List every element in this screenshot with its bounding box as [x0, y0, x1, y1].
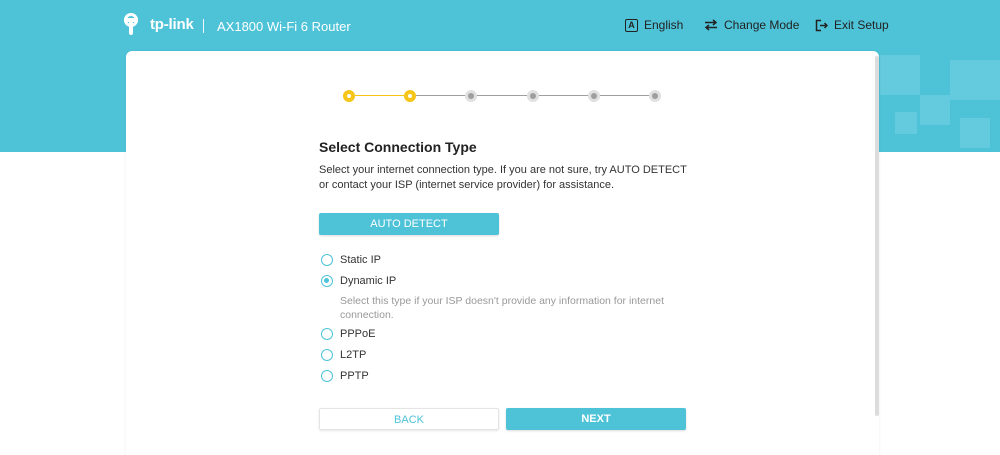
- swap-arrows-icon: [704, 19, 718, 31]
- step-connector: [411, 95, 469, 96]
- radio-dynamic-ip[interactable]: Dynamic IP: [321, 275, 396, 287]
- decorative-square: [880, 55, 920, 95]
- exit-setup-button[interactable]: Exit Setup: [815, 18, 889, 32]
- step-connector: [472, 95, 530, 96]
- setup-card: [126, 51, 879, 455]
- step-connector: [594, 95, 652, 96]
- decorative-square: [950, 60, 1000, 100]
- step-5-indicator: [587, 90, 600, 102]
- language-label: English: [644, 18, 684, 32]
- radio-circle-selected[interactable]: [321, 275, 333, 287]
- page-title: Select Connection Type: [319, 139, 477, 155]
- header-divider: [203, 19, 204, 33]
- back-button[interactable]: BACK: [319, 408, 499, 430]
- radio-pppoe[interactable]: PPPoE: [321, 328, 375, 340]
- step-3-indicator: [465, 90, 478, 102]
- radio-label: PPTP: [340, 370, 369, 382]
- language-button[interactable]: A English: [625, 18, 683, 32]
- radio-circle[interactable]: [321, 349, 333, 361]
- page-description: Select your internet connection type. If…: [319, 164, 687, 191]
- step-6-indicator: [649, 90, 661, 102]
- progress-stepper: [342, 88, 662, 104]
- router-model: AX1800 Wi-Fi 6 Router: [217, 19, 351, 34]
- step-2-indicator: [404, 90, 417, 102]
- next-button[interactable]: NEXT: [506, 408, 686, 430]
- radio-circle[interactable]: [321, 328, 333, 340]
- radio-circle[interactable]: [321, 254, 333, 266]
- step-4-indicator: [526, 90, 539, 102]
- radio-static-ip[interactable]: Static IP: [321, 254, 381, 266]
- brand-name: tp-link: [150, 15, 194, 33]
- exit-setup-label: Exit Setup: [834, 18, 889, 32]
- radio-label: L2TP: [340, 349, 367, 361]
- step-connector: [533, 95, 591, 96]
- decorative-square: [895, 112, 917, 134]
- change-mode-button[interactable]: Change Mode: [704, 18, 799, 32]
- auto-detect-button[interactable]: AUTO DETECT: [319, 213, 499, 235]
- step-1-indicator: [343, 90, 355, 102]
- radio-label: PPPoE: [340, 328, 376, 340]
- change-mode-label: Change Mode: [724, 18, 800, 32]
- radio-circle[interactable]: [321, 370, 333, 382]
- scrollbar[interactable]: [875, 56, 879, 416]
- decorative-square: [960, 118, 990, 148]
- step-connector: [350, 95, 408, 96]
- exit-icon: [815, 19, 828, 32]
- language-icon: A: [625, 18, 638, 32]
- dynamic-ip-hint: Select this type if your ISP doesn't pro…: [340, 295, 664, 321]
- decorative-square: [920, 95, 950, 125]
- top-header: tp-link AX1800 Wi-Fi 6 Router A English …: [0, 0, 1000, 52]
- radio-label: Static IP: [340, 254, 381, 266]
- radio-pptp[interactable]: PPTP: [321, 370, 369, 382]
- tp-link-logo[interactable]: tp-link: [124, 13, 194, 35]
- tp-link-logo-icon: [124, 13, 146, 35]
- radio-label: Dynamic IP: [340, 275, 397, 287]
- radio-l2tp[interactable]: L2TP: [321, 349, 366, 361]
